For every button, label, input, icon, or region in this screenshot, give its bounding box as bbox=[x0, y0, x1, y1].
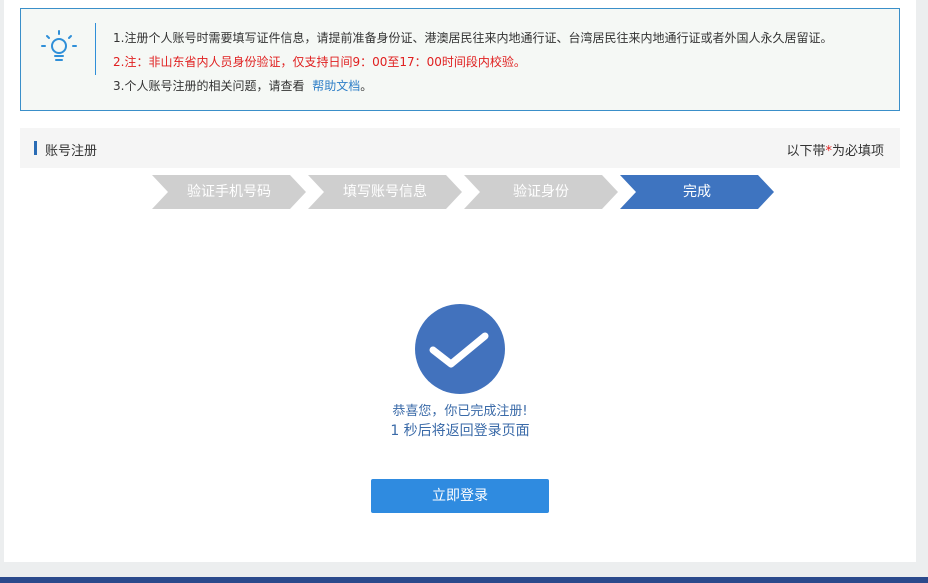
countdown-message: 1 秒后将返回登录页面 bbox=[390, 423, 530, 439]
notice-line-3-prefix: 3.个人账号注册的相关问题，请查看 bbox=[113, 79, 305, 93]
success-badge bbox=[415, 304, 505, 394]
footer-bar bbox=[0, 577, 928, 583]
checkmark-icon bbox=[429, 332, 489, 368]
section-header: 账号注册 以下带*为必填项 bbox=[20, 128, 900, 168]
section-title: 账号注册 bbox=[45, 144, 98, 159]
required-hint-prefix: 以下带 bbox=[786, 144, 826, 159]
step-verify-phone: 验证手机号码 bbox=[152, 175, 306, 209]
login-now-button[interactable]: 立即登录 bbox=[371, 479, 549, 513]
required-hint-suffix: 为必填项 bbox=[831, 144, 884, 159]
success-message: 恭喜您，你已完成注册! bbox=[392, 404, 528, 419]
notice-line-1: 1.注册个人账号时需要填写证件信息，请提前准备身份证、港澳居民往来内地通行证、台… bbox=[113, 31, 833, 45]
section-marker bbox=[34, 141, 37, 155]
progress-steps: 验证手机号码 填写账号信息 验证身份 完成 bbox=[152, 175, 782, 209]
step-verify-identity: 验证身份 bbox=[464, 175, 618, 209]
notice-line-3: 3.个人账号注册的相关问题，请查看 帮助文档。 bbox=[113, 74, 832, 98]
required-hint: 以下带*为必填项 bbox=[786, 140, 884, 159]
notice-box: 1.注册个人账号时需要填写证件信息，请提前准备身份证、港澳居民往来内地通行证、台… bbox=[20, 8, 900, 111]
notice-line-3-suffix: 。 bbox=[360, 79, 373, 93]
notice-text: 1.注册个人账号时需要填写证件信息，请提前准备身份证、港澳居民往来内地通行证、台… bbox=[113, 26, 832, 98]
lightbulb-icon bbox=[41, 30, 77, 61]
notice-divider bbox=[95, 23, 96, 75]
notice-line-2: 2.注：非山东省内人员身份验证，仅支持日间9：00至17：00时间段内校验。 bbox=[113, 55, 526, 69]
help-doc-link[interactable]: 帮助文档 bbox=[312, 79, 360, 93]
step-fill-account: 填写账号信息 bbox=[308, 175, 462, 209]
step-complete: 完成 bbox=[620, 175, 774, 209]
